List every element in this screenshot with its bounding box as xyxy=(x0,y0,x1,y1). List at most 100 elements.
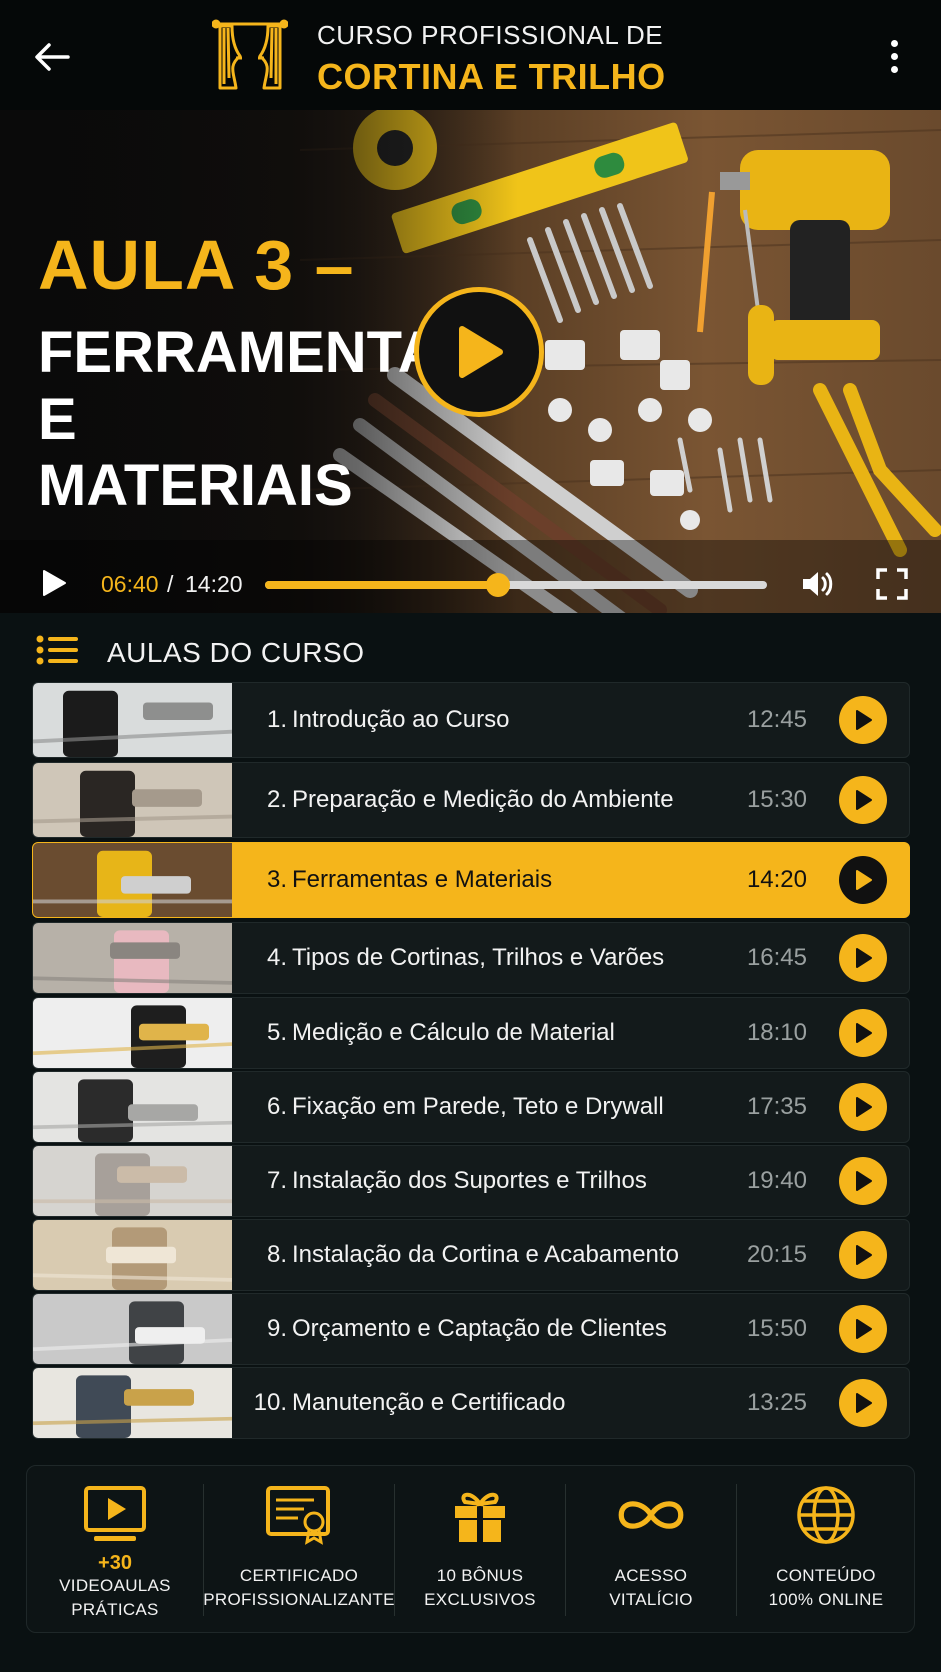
lesson-number: 7. xyxy=(266,1167,287,1194)
lesson-row[interactable]: 7. Instalação dos Suportes e Trilhos 19:40 xyxy=(32,1145,910,1217)
lesson-row[interactable]: 3. Ferramentas e Materiais 14:20 xyxy=(32,842,910,918)
lesson-thumbnail xyxy=(33,923,232,993)
total-time: 14:20 xyxy=(185,571,243,597)
lessons-section-header: AULAS DO CURSO xyxy=(0,613,941,683)
feature-label: PRÁTICAS xyxy=(71,1599,159,1619)
brand-title: CORTINA E TRILHO xyxy=(317,56,666,97)
video-lesson-icon xyxy=(84,1486,146,1541)
feature-label: EXCLUSIVOS xyxy=(424,1589,536,1609)
arrow-left-icon xyxy=(35,43,70,71)
lesson-number: 6. xyxy=(266,1093,287,1120)
lesson-duration: 16:45 xyxy=(746,944,807,971)
feature-bonus: 10 BÔNUS EXCLUSIVOS xyxy=(395,1466,565,1634)
play-icon xyxy=(856,870,872,890)
lesson-number: 1. xyxy=(266,706,287,733)
lesson-duration: 14:20 xyxy=(746,866,807,893)
lesson-play-button[interactable] xyxy=(839,1009,887,1057)
back-button[interactable] xyxy=(28,33,76,81)
lesson-number: 9. xyxy=(266,1315,287,1342)
video-player[interactable]: AULA 3 – FERRAMENTAS E MATERIAIS 06:40 /… xyxy=(0,110,941,613)
infinity-icon xyxy=(618,1501,684,1529)
lesson-title: Manutenção e Certificado xyxy=(292,1389,566,1416)
feature-highlight: +30 xyxy=(98,1552,132,1574)
lesson-thumbnail xyxy=(33,1072,232,1142)
lesson-duration: 19:40 xyxy=(746,1167,807,1194)
play-icon[interactable] xyxy=(38,568,68,598)
lesson-title: Introdução ao Curso xyxy=(292,706,510,733)
feature-label: VIDEOAULAS xyxy=(59,1576,171,1595)
video-title-lesson-name: FERRAMENTAS E MATERIAIS xyxy=(38,320,479,519)
play-icon xyxy=(856,1319,872,1339)
lesson-number: 2. xyxy=(266,786,287,813)
lesson-row[interactable]: 2. Preparação e Medição do Ambiente 15:30 xyxy=(32,762,910,838)
lesson-title: Ferramentas e Materiais xyxy=(292,866,553,893)
volume-icon[interactable] xyxy=(800,568,836,600)
play-icon xyxy=(856,710,872,730)
lesson-play-button[interactable] xyxy=(839,856,887,904)
lesson-play-button[interactable] xyxy=(839,1083,887,1131)
course-features-panel: +30 VIDEOAULAS PRÁTICAS CERTIFICADO PROF… xyxy=(26,1465,915,1633)
video-title-lesson-number: AULA 3 – xyxy=(38,226,355,304)
lesson-number: 3. xyxy=(266,866,287,893)
lesson-duration: 12:45 xyxy=(746,706,807,733)
lessons-section-title: AULAS DO CURSO xyxy=(107,637,365,668)
lesson-row[interactable]: 1. Introdução ao Curso 12:45 xyxy=(32,682,910,758)
lesson-row[interactable]: 9. Orçamento e Captação de Clientes 15:50 xyxy=(32,1293,910,1365)
lesson-play-button[interactable] xyxy=(839,1231,887,1279)
feature-label: VITALÍCIO xyxy=(609,1589,693,1609)
fullscreen-icon[interactable] xyxy=(876,568,908,600)
lesson-title: Tipos de Cortinas, Trilhos e Varões xyxy=(292,944,665,971)
feature-acesso: ACESSO VITALÍCIO xyxy=(566,1466,736,1634)
lesson-row[interactable]: 8. Instalação da Cortina e Acabamento 20:1… xyxy=(32,1219,910,1291)
lesson-number: 4. xyxy=(266,944,287,971)
big-play-button[interactable] xyxy=(414,287,544,417)
lesson-play-button[interactable] xyxy=(839,776,887,824)
more-options-button[interactable] xyxy=(874,32,914,80)
feature-label: 10 BÔNUS xyxy=(436,1566,524,1585)
more-dot-icon xyxy=(890,52,898,60)
seek-progress xyxy=(265,581,499,589)
feature-label: CONTEÚDO xyxy=(776,1566,876,1585)
play-icon xyxy=(856,790,872,810)
play-icon xyxy=(856,1171,872,1191)
lesson-play-button[interactable] xyxy=(839,1157,887,1205)
feature-label: CERTIFICADO xyxy=(239,1566,359,1585)
seek-bar[interactable] xyxy=(265,573,767,597)
lesson-title: Orçamento e Captação de Clientes xyxy=(292,1315,667,1342)
lesson-row[interactable]: 6. Fixação em Parede, Teto e Drywall 17:35 xyxy=(32,1071,910,1143)
lesson-number: 5. xyxy=(266,1019,287,1046)
play-icon xyxy=(856,1097,872,1117)
lesson-duration: 13:25 xyxy=(746,1389,807,1416)
lesson-play-button[interactable] xyxy=(839,1379,887,1427)
gift-icon xyxy=(455,1492,505,1542)
list-icon xyxy=(36,635,78,665)
lesson-row[interactable]: 10. Manutenção e Certificado 13:25 xyxy=(32,1367,910,1439)
app-header: CURSO PROFISSIONAL DE CORTINA E TRILHO xyxy=(0,0,941,110)
seek-handle[interactable] xyxy=(486,573,511,597)
lesson-duration: 15:50 xyxy=(746,1315,807,1342)
lesson-number: 10. xyxy=(253,1389,287,1416)
lesson-duration: 20:15 xyxy=(746,1241,807,1268)
current-time: 06:40 xyxy=(101,571,159,597)
lesson-title: Instalação da Cortina e Acabamento xyxy=(292,1241,679,1268)
lesson-title: Instalação dos Suportes e Trilhos xyxy=(292,1167,647,1194)
lesson-play-button[interactable] xyxy=(839,696,887,744)
more-dot-icon xyxy=(890,65,898,73)
lesson-play-button[interactable] xyxy=(839,1305,887,1353)
lesson-title: Medição e Cálculo de Material xyxy=(292,1019,615,1046)
lesson-row[interactable]: 5. Medição e Cálculo de Material 18:10 xyxy=(32,997,910,1069)
time-separator: / xyxy=(167,571,174,597)
curtain-logo-icon xyxy=(212,19,288,90)
lesson-title: Preparação e Medição do Ambiente xyxy=(292,786,674,813)
lesson-play-button[interactable] xyxy=(839,934,887,982)
lesson-number: 8. xyxy=(266,1241,287,1268)
lesson-duration: 17:35 xyxy=(746,1093,807,1120)
lesson-thumbnail xyxy=(33,1146,232,1216)
play-icon xyxy=(856,1393,872,1413)
lesson-thumbnail xyxy=(33,1220,232,1290)
brand-subtitle: CURSO PROFISSIONAL DE xyxy=(317,20,664,50)
feature-online: CONTEÚDO 100% ONLINE xyxy=(737,1466,915,1634)
lesson-row[interactable]: 4. Tipos de Cortinas, Trilhos e Varões 16:… xyxy=(32,922,910,994)
lesson-thumbnail xyxy=(33,1294,232,1364)
feature-videoaulas: +30 VIDEOAULAS PRÁTICAS xyxy=(27,1466,203,1634)
